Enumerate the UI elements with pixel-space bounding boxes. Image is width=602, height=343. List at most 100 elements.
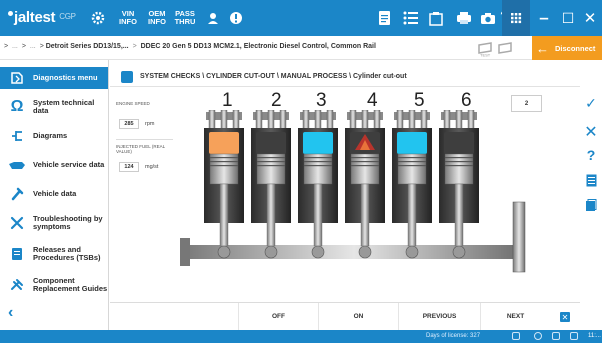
notes-icon[interactable] [580, 174, 602, 187]
check-icon[interactable]: ✓ [580, 95, 602, 112]
valve-spring [302, 110, 310, 131]
flywheel [512, 201, 526, 273]
engine-speed-label: ENGINE SPEED [116, 101, 150, 106]
piston [444, 153, 474, 185]
piston-ring [445, 161, 473, 163]
close-panel-icon[interactable]: ✕ [560, 312, 570, 322]
diagram-icon [6, 125, 28, 147]
cylinder-3 [298, 110, 338, 259]
sidebar-item-releases-tsbs[interactable]: Releases and Procedures (TSBs) [0, 240, 108, 268]
connecting-rod [360, 183, 370, 247]
back-chevron-icon[interactable]: ‹ [8, 304, 13, 322]
off-button[interactable]: OFF [238, 303, 318, 330]
piston-ring [351, 161, 379, 163]
sidebar-item-diagnostics-menu[interactable]: Diagnostics menu [0, 67, 108, 89]
cylinder-1 [204, 110, 244, 259]
breadcrumb: > ... > ... > Detroit Series DD13/15,...… [0, 36, 602, 60]
disconnect-button[interactable]: ← Disconnect [532, 36, 602, 60]
next-button[interactable]: NEXT [480, 303, 550, 330]
cylinder-number: 4 [367, 90, 378, 111]
piston-ring [398, 157, 426, 159]
cancel-icon[interactable]: ✕ [580, 122, 602, 142]
cylinder-4 [345, 110, 385, 259]
sidebar-item-system-technical-data[interactable]: Ω System technical data [0, 93, 108, 121]
valve-spring [279, 110, 287, 131]
piston [256, 153, 286, 185]
cylinder-number: 2 [271, 90, 282, 111]
sidebar-item-vehicle-data[interactable]: Vehicle data [0, 180, 108, 208]
technician-icon[interactable] [203, 0, 223, 36]
report-icon[interactable] [580, 199, 602, 212]
cylinder-6 [439, 110, 479, 259]
piston [397, 153, 427, 185]
minimize-button[interactable]: – [532, 0, 556, 36]
engine-speed-value: 285 [119, 119, 139, 129]
tools-icon [6, 212, 28, 234]
piston-ring [304, 165, 332, 167]
piston-ring [445, 165, 473, 167]
apps-grid-button[interactable] [502, 0, 530, 36]
injected-fuel-label: INJECTED FUEL (REAL VALUE) [116, 144, 165, 154]
piston-ring [445, 157, 473, 159]
divider [116, 139, 173, 140]
app-window: jaltestCGP VININFO OEMINFO PASSTHRU [0, 0, 602, 343]
engine-cylinder-diagram [180, 110, 526, 273]
clock: 11:... [588, 333, 601, 339]
cylinder-2 [251, 110, 291, 259]
valve-spring [349, 110, 357, 131]
pass-thru-button[interactable]: PASS THRU [172, 0, 198, 36]
system-checks-icon [121, 71, 133, 83]
close-button[interactable]: ✕ [578, 0, 602, 36]
crankshaft [186, 245, 522, 259]
connecting-rod [313, 183, 323, 247]
cylinder-number: 1 [222, 90, 233, 111]
sidebar-item-vehicle-service-data[interactable]: Vehicle service data [0, 151, 108, 179]
piston-ring [257, 161, 285, 163]
valve-spring [326, 110, 334, 131]
crankshaft-end [180, 238, 190, 266]
cylinder-number: 6 [461, 90, 472, 111]
piston-ring [398, 161, 426, 163]
sidebar-item-diagrams[interactable]: Diagrams [0, 122, 108, 150]
sidebar-item-troubleshooting[interactable]: Troubleshooting by symptoms [0, 209, 108, 237]
maximize-button[interactable]: ☐ [556, 0, 580, 36]
vin-info-button[interactable]: VIN INFO [117, 0, 139, 36]
valve-spring [443, 110, 451, 131]
combustion-chamber [303, 132, 333, 154]
document-icon[interactable] [374, 0, 394, 36]
valve-spring [361, 110, 369, 131]
piston-ring [304, 161, 332, 163]
combustion-chamber [256, 132, 286, 154]
test-icon[interactable]: TEST [477, 41, 493, 62]
help-question-icon[interactable]: ? [580, 147, 602, 163]
previous-button[interactable]: PREVIOUS [398, 303, 480, 330]
valve-spring [467, 110, 475, 131]
section-header: SYSTEM CHECKS \ CYLINDER CUT-OUT \ MANUA… [110, 67, 580, 87]
crank-journal [358, 245, 372, 259]
cylinder-number: 3 [316, 90, 327, 111]
list-icon[interactable] [400, 0, 420, 36]
piston-ring [210, 161, 238, 163]
svg-text:TEST: TEST [480, 53, 491, 58]
valve-spring [396, 110, 404, 131]
on-button[interactable]: ON [318, 303, 398, 330]
cylinder-5 [392, 110, 432, 259]
connection-icon[interactable] [497, 41, 513, 60]
crank-journal [452, 245, 466, 259]
valve-spring [220, 110, 228, 131]
engine-selection-icon[interactable] [88, 0, 108, 36]
clipboard-icon[interactable] [426, 0, 446, 36]
monitor-icon [512, 332, 520, 340]
printer-icon[interactable] [454, 0, 474, 36]
calendar-icon [570, 332, 578, 340]
crank-journal [264, 245, 278, 259]
oem-info-button[interactable]: OEM INFO [144, 0, 170, 36]
sidebar-item-component-replacement[interactable]: Component Replacement Guides [0, 271, 108, 299]
breadcrumb-path[interactable]: > ... > ... > Detroit Series DD13/15,...… [4, 43, 376, 50]
crank-journal [405, 245, 419, 259]
valve-spring [267, 110, 275, 131]
piston [350, 153, 380, 185]
piston-ring [210, 157, 238, 159]
crank-journal [311, 245, 325, 259]
alert-icon[interactable] [227, 0, 245, 36]
